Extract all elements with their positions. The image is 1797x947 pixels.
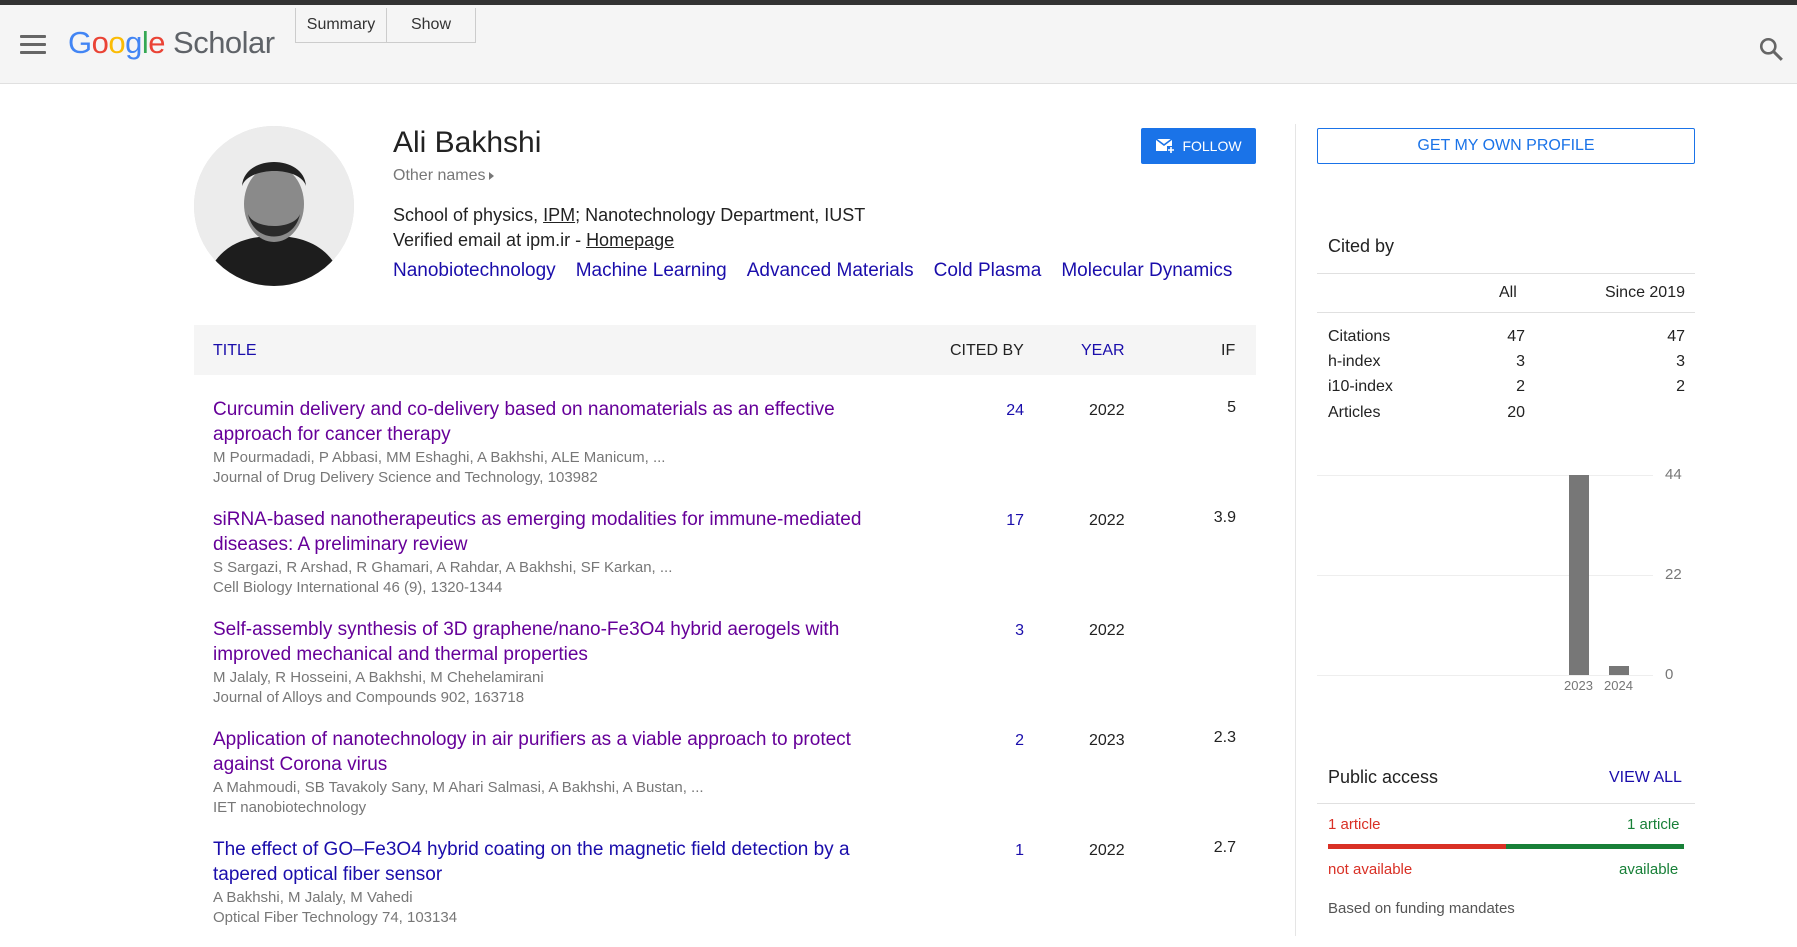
- article-title-link[interactable]: Self-assembly synthesis of 3D graphene/n…: [213, 617, 893, 667]
- affiliation: School of physics, IPM; Nanotechnology D…: [393, 205, 866, 225]
- stat-all: 47: [1507, 328, 1525, 345]
- mail-follow-icon: [1155, 138, 1176, 154]
- year-bar-2023[interactable]: [1569, 475, 1589, 675]
- impact-factor: 5: [1227, 399, 1236, 416]
- articles-table-header: TITLE CITED BY YEAR IF: [194, 325, 1256, 375]
- article-venue: IET nanobiotechnology: [213, 799, 367, 816]
- impact-factor: 3.9: [1213, 509, 1236, 526]
- view-all-link[interactable]: VIEW ALL: [1609, 769, 1682, 787]
- not-available-bar: [1328, 844, 1506, 849]
- article-row: siRNA-based nanotherapeutics as emerging…: [194, 507, 1256, 617]
- search-icon[interactable]: [1758, 36, 1784, 62]
- profile-name: Ali Bakhshi: [393, 126, 542, 159]
- impact-factor: 2.7: [1213, 839, 1236, 856]
- article-authors: A Bakhshi, M Jalaly, M Vahedi: [213, 889, 413, 906]
- follow-button[interactable]: FOLLOW: [1141, 128, 1256, 164]
- stat-label: h-index: [1328, 353, 1381, 370]
- funding-mandates-note: Based on funding mandates: [1328, 900, 1515, 917]
- stat-label: Articles: [1328, 404, 1381, 421]
- y-tick-label: 0: [1665, 666, 1674, 683]
- article-row: The effect of GO–Fe3O4 hybrid coating on…: [194, 837, 1256, 947]
- other-names-label: Other names: [393, 167, 486, 184]
- stat-since: 47: [1667, 328, 1685, 345]
- stat-label: i10-index: [1328, 378, 1393, 395]
- available-bar: [1506, 844, 1684, 849]
- stat-all: 20: [1507, 404, 1525, 421]
- article-year: 2022: [1089, 622, 1125, 639]
- interest-link[interactable]: Machine Learning: [576, 260, 727, 282]
- not-available-label: not available: [1328, 861, 1413, 878]
- follow-label: FOLLOW: [1182, 138, 1242, 154]
- cited-by-count-link[interactable]: 24: [1006, 402, 1024, 420]
- impact-factor: 2.3: [1213, 729, 1236, 746]
- article-row: Curcumin delivery and co-delivery based …: [194, 397, 1256, 507]
- public-access-title: Public access: [1328, 767, 1439, 787]
- y-tick-label: 22: [1665, 566, 1682, 583]
- cited-by-count-link[interactable]: 3: [1015, 622, 1024, 640]
- stat-label: Citations: [1328, 328, 1391, 345]
- interest-link[interactable]: Molecular Dynamics: [1061, 260, 1232, 282]
- impact-factor-header: IF: [1221, 342, 1236, 359]
- homepage-link[interactable]: Homepage: [586, 230, 674, 250]
- verified-email: Verified email at ipm.ir - Homepage: [393, 230, 675, 250]
- article-year: 2022: [1089, 402, 1125, 419]
- article-authors: M Pourmadadi, P Abbasi, MM Eshaghi, A Ba…: [213, 449, 666, 466]
- article-venue: Journal of Alloys and Compounds 902, 163…: [213, 689, 525, 706]
- year-bar-2024[interactable]: [1609, 665, 1629, 675]
- google-scholar-logo[interactable]: Google Scholar: [68, 25, 275, 61]
- article-venue: Optical Fiber Technology 74, 103134: [213, 909, 458, 926]
- stat-all: 2: [1516, 378, 1525, 395]
- get-my-own-profile-button[interactable]: GET MY OWN PROFILE: [1317, 128, 1695, 164]
- interest-link[interactable]: Nanobiotechnology: [393, 260, 556, 282]
- article-venue: Cell Biology International 46 (9), 1320-…: [213, 579, 503, 596]
- cited-by-count-link[interactable]: 2: [1015, 732, 1024, 750]
- interest-link[interactable]: Advanced Materials: [747, 260, 914, 282]
- article-venue: Journal of Drug Delivery Science and Tec…: [213, 469, 598, 486]
- tab-show[interactable]: Show: [386, 8, 476, 43]
- tab-summary[interactable]: Summary: [295, 8, 387, 43]
- col-all-header: All: [1499, 284, 1517, 301]
- other-names-toggle[interactable]: Other names: [393, 167, 495, 185]
- article-row: Application of nanotechnology in air pur…: [194, 727, 1256, 837]
- stat-all: 3: [1516, 353, 1525, 370]
- research-interests: Nanobiotechnology Machine Learning Advan…: [393, 260, 1232, 282]
- x-tick-label: 2024: [1604, 678, 1633, 693]
- header: Google Scholar Summary Show: [0, 5, 1797, 84]
- stat-since: 2: [1676, 378, 1685, 395]
- article-title-link[interactable]: Application of nanotechnology in air pur…: [213, 727, 893, 777]
- profile-photo: [194, 126, 354, 286]
- citations-per-year-chart: 44 22 0 2023 2024: [1317, 460, 1695, 695]
- article-title-link[interactable]: The effect of GO–Fe3O4 hybrid coating on…: [213, 837, 893, 887]
- available-articles-link[interactable]: 1 article: [1627, 816, 1680, 833]
- article-title-link[interactable]: siRNA-based nanotherapeutics as emerging…: [213, 507, 893, 557]
- col-since-header: Since 2019: [1604, 284, 1685, 301]
- interest-link[interactable]: Cold Plasma: [934, 260, 1042, 282]
- sort-by-title[interactable]: TITLE: [213, 342, 257, 360]
- article-title-link[interactable]: Curcumin delivery and co-delivery based …: [213, 397, 893, 447]
- cited-by-header: CITED BY: [950, 342, 1024, 359]
- x-tick-label: 2023: [1564, 678, 1593, 693]
- article-authors: A Mahmoudi, SB Tavakoly Sany, M Ahari Sa…: [213, 779, 704, 796]
- available-label: available: [1619, 861, 1679, 878]
- cited-by-count-link[interactable]: 17: [1006, 512, 1024, 530]
- sidebar-divider: [1295, 124, 1296, 936]
- article-year: 2022: [1089, 842, 1125, 859]
- menu-icon[interactable]: [20, 35, 46, 55]
- sort-by-year[interactable]: YEAR: [1081, 342, 1125, 360]
- article-authors: S Sargazi, R Arshad, R Ghamari, A Rahdar…: [213, 559, 673, 576]
- unavailable-articles-link[interactable]: 1 article: [1328, 816, 1381, 833]
- triangle-right-icon: [489, 172, 495, 180]
- article-year: 2023: [1089, 732, 1125, 749]
- y-tick-label: 44: [1665, 466, 1682, 483]
- article-row: Self-assembly synthesis of 3D graphene/n…: [194, 617, 1256, 727]
- public-access-divider: [1317, 803, 1695, 804]
- cited-by-count-link[interactable]: 1: [1015, 842, 1024, 860]
- article-year: 2022: [1089, 512, 1125, 529]
- affiliation-link[interactable]: IPM: [543, 205, 575, 225]
- cited-by-title: Cited by: [1328, 236, 1395, 256]
- article-authors: M Jalaly, R Hosseini, A Bakhshi, M Chehe…: [213, 669, 544, 686]
- stat-since: 3: [1676, 353, 1685, 370]
